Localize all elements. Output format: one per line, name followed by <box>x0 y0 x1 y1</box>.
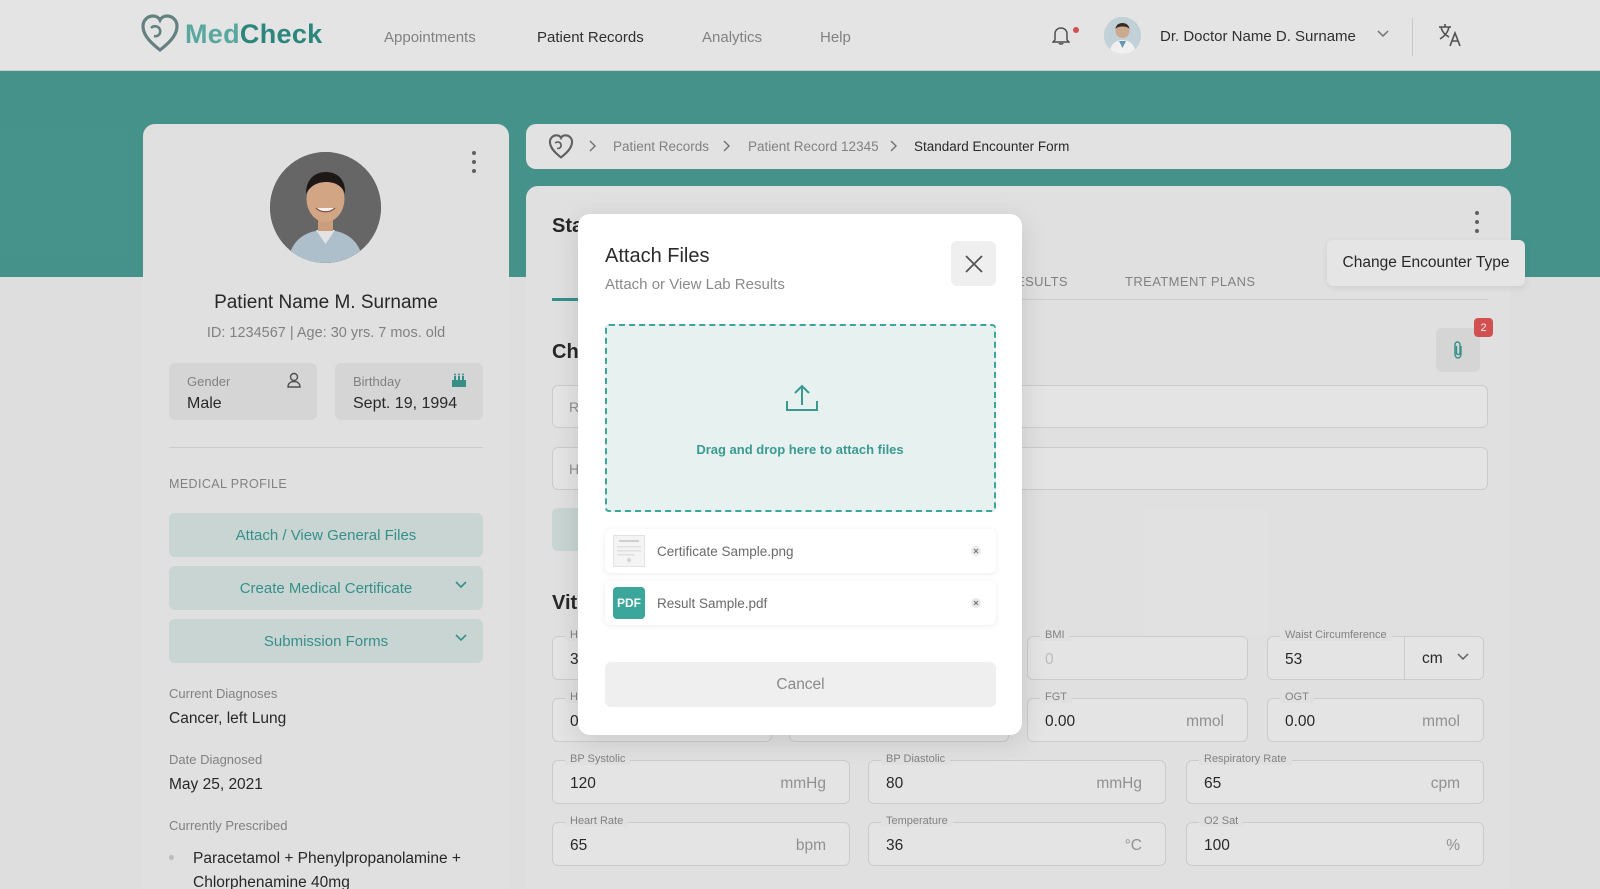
attach-files-modal: Attach Files Attach or View Lab Results … <box>578 214 1022 735</box>
remove-file-button[interactable] <box>966 541 986 561</box>
image-thumbnail-icon <box>613 535 645 567</box>
remove-file-button[interactable] <box>966 593 986 613</box>
file-item[interactable]: Certificate Sample.png <box>605 529 996 573</box>
dropzone-text: Drag and drop here to attach files <box>696 442 904 457</box>
close-icon <box>971 598 981 608</box>
cancel-button[interactable]: Cancel <box>605 662 996 707</box>
close-icon <box>964 254 983 273</box>
modal-title: Attach Files <box>605 245 710 267</box>
upload-icon <box>786 384 818 411</box>
pdf-file-icon: PDF <box>613 587 645 619</box>
file-name: Certificate Sample.png <box>657 544 794 559</box>
file-name: Result Sample.pdf <box>657 596 768 611</box>
close-icon <box>971 546 981 556</box>
modal-subtitle: Attach or View Lab Results <box>605 276 785 293</box>
file-dropzone[interactable]: Drag and drop here to attach files <box>605 324 996 512</box>
close-button[interactable] <box>951 241 996 286</box>
file-item[interactable]: PDF Result Sample.pdf <box>605 581 996 625</box>
